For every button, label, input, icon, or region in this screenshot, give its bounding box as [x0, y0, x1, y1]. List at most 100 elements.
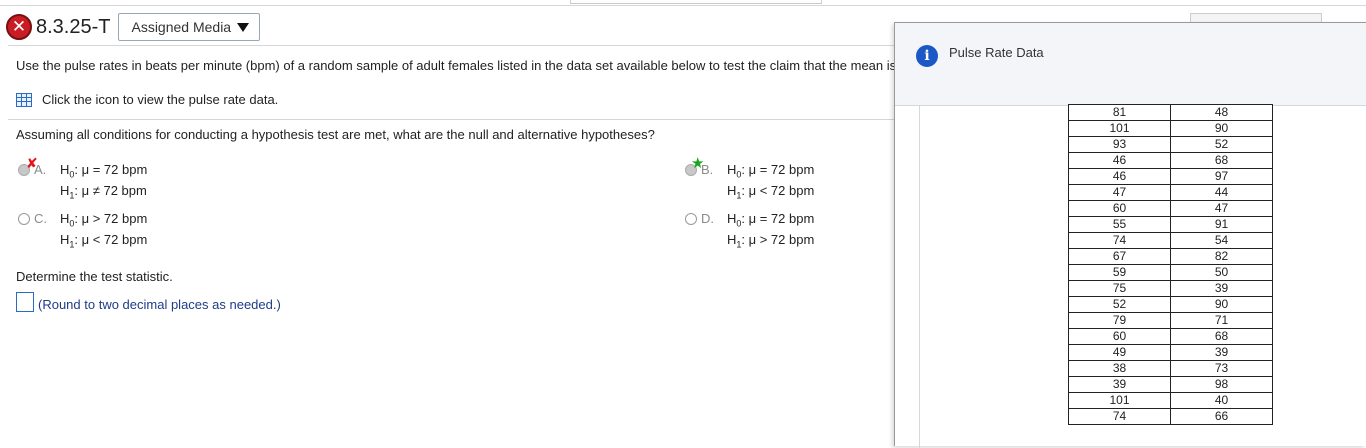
table-cell: 93	[1068, 136, 1171, 153]
table-cell: 50	[1170, 264, 1273, 281]
table-cell: 39	[1170, 344, 1273, 361]
table-cell: 55	[1068, 216, 1171, 233]
table-cell: 71	[1170, 312, 1273, 329]
table-cell: 46	[1068, 168, 1171, 185]
table-cell: 38	[1068, 360, 1171, 377]
assigned-media-label: Assigned Media	[131, 19, 232, 35]
table-cell: 52	[1068, 296, 1171, 313]
table-cell: 47	[1170, 200, 1273, 217]
assigned-media-button[interactable]: Assigned Media	[118, 13, 261, 41]
table-row: 59 50	[1068, 264, 1273, 281]
table-cell: 81	[1068, 104, 1171, 121]
table-cell: 60	[1068, 200, 1171, 217]
table-cell: 47	[1068, 184, 1171, 201]
option-a-alt-hypothesis: H1: μ ≠ 72 bpm	[60, 183, 147, 201]
table-row: 101 40	[1068, 392, 1273, 409]
table-cell: 101	[1068, 392, 1171, 409]
option-b-null-hypothesis: H0: μ = 72 bpm	[727, 162, 815, 180]
info-icon: i	[916, 45, 938, 67]
option-c-alt-hypothesis: H1: μ < 72 bpm	[60, 232, 148, 250]
table-cell: 54	[1170, 232, 1273, 249]
option-b-letter: B.	[701, 162, 714, 177]
table-cell: 39	[1068, 376, 1171, 393]
option-d-alt-hypothesis: H1: μ > 72 bpm	[727, 232, 815, 250]
table-cell: 66	[1170, 408, 1273, 425]
table-row: 74 54	[1068, 232, 1273, 249]
table-cell: 74	[1068, 408, 1171, 425]
option-c[interactable]: C. H0: μ > 72 bpm H1: μ < 72 bpm	[18, 211, 318, 251]
top-divider	[0, 5, 1366, 6]
table-row: 93 52	[1068, 136, 1273, 153]
option-d-null-hypothesis: H0: μ = 72 bpm	[727, 211, 815, 229]
option-a-null-hypothesis: H0: μ = 72 bpm	[60, 162, 148, 180]
table-cell: 39	[1170, 280, 1273, 297]
option-b[interactable]: ★ B. H0: μ = 72 bpm H1: μ < 72 bpm	[685, 155, 885, 202]
table-row: 52 90	[1068, 296, 1273, 313]
popup-header: i Pulse Rate Data	[895, 23, 1366, 106]
test-statistic-prompt: Determine the test statistic.	[16, 269, 173, 284]
table-row: 38 73	[1068, 360, 1273, 377]
table-row: 75 39	[1068, 280, 1273, 297]
table-cell: 67	[1068, 248, 1171, 265]
table-row: 55 91	[1068, 216, 1273, 233]
table-row: 81 48	[1068, 104, 1273, 121]
table-row: 49 39	[1068, 344, 1273, 361]
hypothesis-question: Assuming all conditions for conducting a…	[16, 127, 655, 142]
table-cell: 44	[1170, 184, 1273, 201]
option-c-letter: C.	[34, 211, 47, 226]
table-cell: 90	[1170, 296, 1273, 313]
table-row: 39 98	[1068, 376, 1273, 393]
data-table-icon[interactable]	[16, 92, 32, 107]
table-cell: 74	[1068, 232, 1171, 249]
table-row: 60 68	[1068, 328, 1273, 345]
popup-title: Pulse Rate Data	[949, 45, 1044, 60]
table-row: 47 44	[1068, 184, 1273, 201]
top-toolbar-edge	[570, 0, 822, 4]
table-cell: 46	[1068, 152, 1171, 169]
question-number: 8.3.25-T	[36, 15, 111, 38]
table-cell: 52	[1170, 136, 1273, 153]
table-cell: 97	[1170, 168, 1273, 185]
icon-instruction: Click the icon to view the pulse rate da…	[42, 92, 279, 107]
table-cell: 82	[1170, 248, 1273, 265]
table-cell: 48	[1170, 104, 1273, 121]
option-b-alt-hypothesis: H1: μ < 72 bpm	[727, 183, 815, 201]
table-row: 79 71	[1068, 312, 1273, 329]
data-icon-row: Click the icon to view the pulse rate da…	[16, 92, 278, 107]
table-cell: 40	[1170, 392, 1273, 409]
rounding-note: (Round to two decimal places as needed.)	[38, 297, 281, 312]
table-cell: 98	[1170, 376, 1273, 393]
test-statistic-input[interactable]	[16, 292, 34, 312]
incorrect-x-icon: ✕	[6, 14, 32, 40]
table-cell: 73	[1170, 360, 1273, 377]
table-row: 46 97	[1068, 168, 1273, 185]
table-cell: 60	[1068, 328, 1171, 345]
question-prompt: Use the pulse rates in beats per minute …	[16, 58, 896, 73]
option-c-radio[interactable]	[18, 213, 30, 225]
table-row: 67 82	[1068, 248, 1273, 265]
dropdown-triangle-icon	[237, 22, 250, 32]
option-d-letter: D.	[701, 211, 714, 226]
header-divider	[8, 45, 898, 46]
option-c-null-hypothesis: H0: μ > 72 bpm	[60, 211, 148, 229]
question-header: ✕ 8.3.25-T Assigned Media	[6, 12, 261, 42]
table-cell: 79	[1068, 312, 1171, 329]
option-d[interactable]: D. H0: μ = 72 bpm H1: μ > 72 bpm	[685, 211, 885, 251]
option-a-letter: A.	[34, 162, 47, 177]
table-cell: 68	[1170, 328, 1273, 345]
table-cell: 90	[1170, 120, 1273, 137]
option-a[interactable]: ✘ A. H0: μ = 72 bpm H1: μ ≠ 72 bpm	[18, 155, 318, 202]
table-row: 74 66	[1068, 408, 1273, 425]
section-divider	[8, 119, 898, 120]
option-d-radio[interactable]	[685, 213, 697, 225]
table-cell: 91	[1170, 216, 1273, 233]
pulse-rate-table: 81 48 101 90 93 52 46 68 46 97 47 44 60 47 55 91…	[1068, 104, 1273, 425]
table-cell: 75	[1068, 280, 1171, 297]
table-cell: 101	[1068, 120, 1171, 137]
table-row: 46 68	[1068, 152, 1273, 169]
table-cell: 49	[1068, 344, 1171, 361]
table-cell: 68	[1170, 152, 1273, 169]
table-row: 101 90	[1068, 120, 1273, 137]
table-cell: 59	[1068, 264, 1171, 281]
table-row: 60 47	[1068, 200, 1273, 217]
